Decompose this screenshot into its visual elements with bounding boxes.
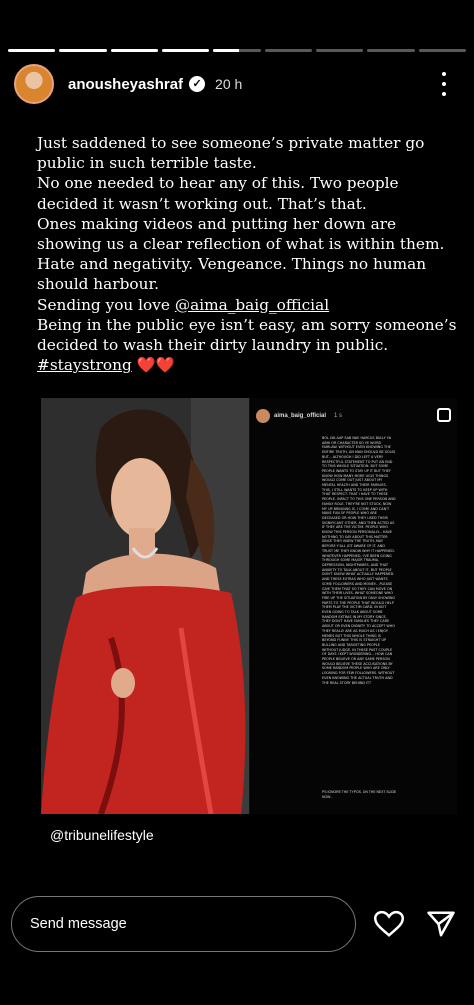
timestamp: 20 h — [215, 76, 243, 92]
story-progress-bar — [8, 49, 466, 52]
multi-image-icon — [437, 408, 451, 422]
portrait-illustration — [41, 398, 249, 814]
heart-icon-svg — [374, 910, 404, 937]
progress-segment — [418, 49, 466, 52]
more-vertical-icon[interactable] — [436, 70, 452, 98]
progress-segment — [110, 49, 158, 52]
caption-text: Sending you love — [37, 295, 175, 314]
caption-line: No one needed to hear any of this. Two p… — [37, 174, 399, 213]
caption-line: Hate and negativity. Vengeance. Things n… — [37, 255, 427, 294]
caption-line: #staystrong ❤️❤️ — [37, 355, 457, 375]
caption-line: Sending you love @aima_baig_official — [37, 295, 457, 315]
progress-segment — [161, 49, 210, 52]
progress-segment — [59, 49, 107, 52]
caption-line: Being in the public eye isn’t easy, am s… — [37, 315, 457, 355]
shared-story-username: aima_baig_official — [274, 413, 327, 419]
progress-fill — [161, 49, 210, 52]
send-message-input[interactable]: Send message — [11, 896, 356, 952]
caption-line: Ones making videos and putting her down … — [37, 214, 445, 254]
caption-line: Just saddened to see someone’s private m… — [37, 134, 425, 173]
shared-story-text: Bol lya aap sab nay. Harcus bully ya abh… — [322, 436, 396, 685]
story-header: anousheyashraf ✓ 20 h — [14, 64, 460, 104]
progress-fill — [8, 49, 56, 52]
portrait-photo — [41, 398, 249, 814]
credit-mention[interactable]: @tribunelifestyle — [50, 827, 154, 843]
shared-story-header: aima_baig_official 1 s — [256, 408, 451, 424]
progress-segment — [264, 49, 312, 52]
progress-segment — [8, 49, 56, 52]
progress-segment — [315, 49, 364, 52]
heart-icon[interactable] — [372, 907, 406, 941]
progress-segment — [213, 49, 261, 52]
mention-link[interactable]: @aima_baig_official — [175, 296, 329, 314]
progress-fill — [110, 49, 158, 52]
avatar[interactable] — [14, 64, 54, 104]
shared-post-image[interactable]: aima_baig_official 1 s Bol lya aap sab n… — [41, 398, 457, 814]
shared-story-screenshot: aima_baig_official 1 s Bol lya aap sab n… — [249, 398, 457, 814]
progress-fill — [59, 49, 107, 52]
username[interactable]: anousheyashraf — [68, 76, 183, 93]
story-caption: Just saddened to see someone’s private m… — [37, 133, 457, 375]
hashtag-link[interactable]: #staystrong — [37, 356, 132, 374]
send-icon-svg — [427, 911, 455, 937]
progress-fill — [213, 49, 240, 52]
send-icon[interactable] — [424, 907, 458, 941]
verified-badge-icon: ✓ — [189, 76, 206, 92]
hearts-emoji: ❤️❤️ — [136, 356, 175, 375]
progress-segment — [367, 49, 415, 52]
shared-story-avatar — [256, 409, 270, 423]
shared-story-note: PS ignore the typos. On the next slide n… — [322, 790, 397, 799]
shared-story-time: 1 s — [334, 413, 343, 419]
